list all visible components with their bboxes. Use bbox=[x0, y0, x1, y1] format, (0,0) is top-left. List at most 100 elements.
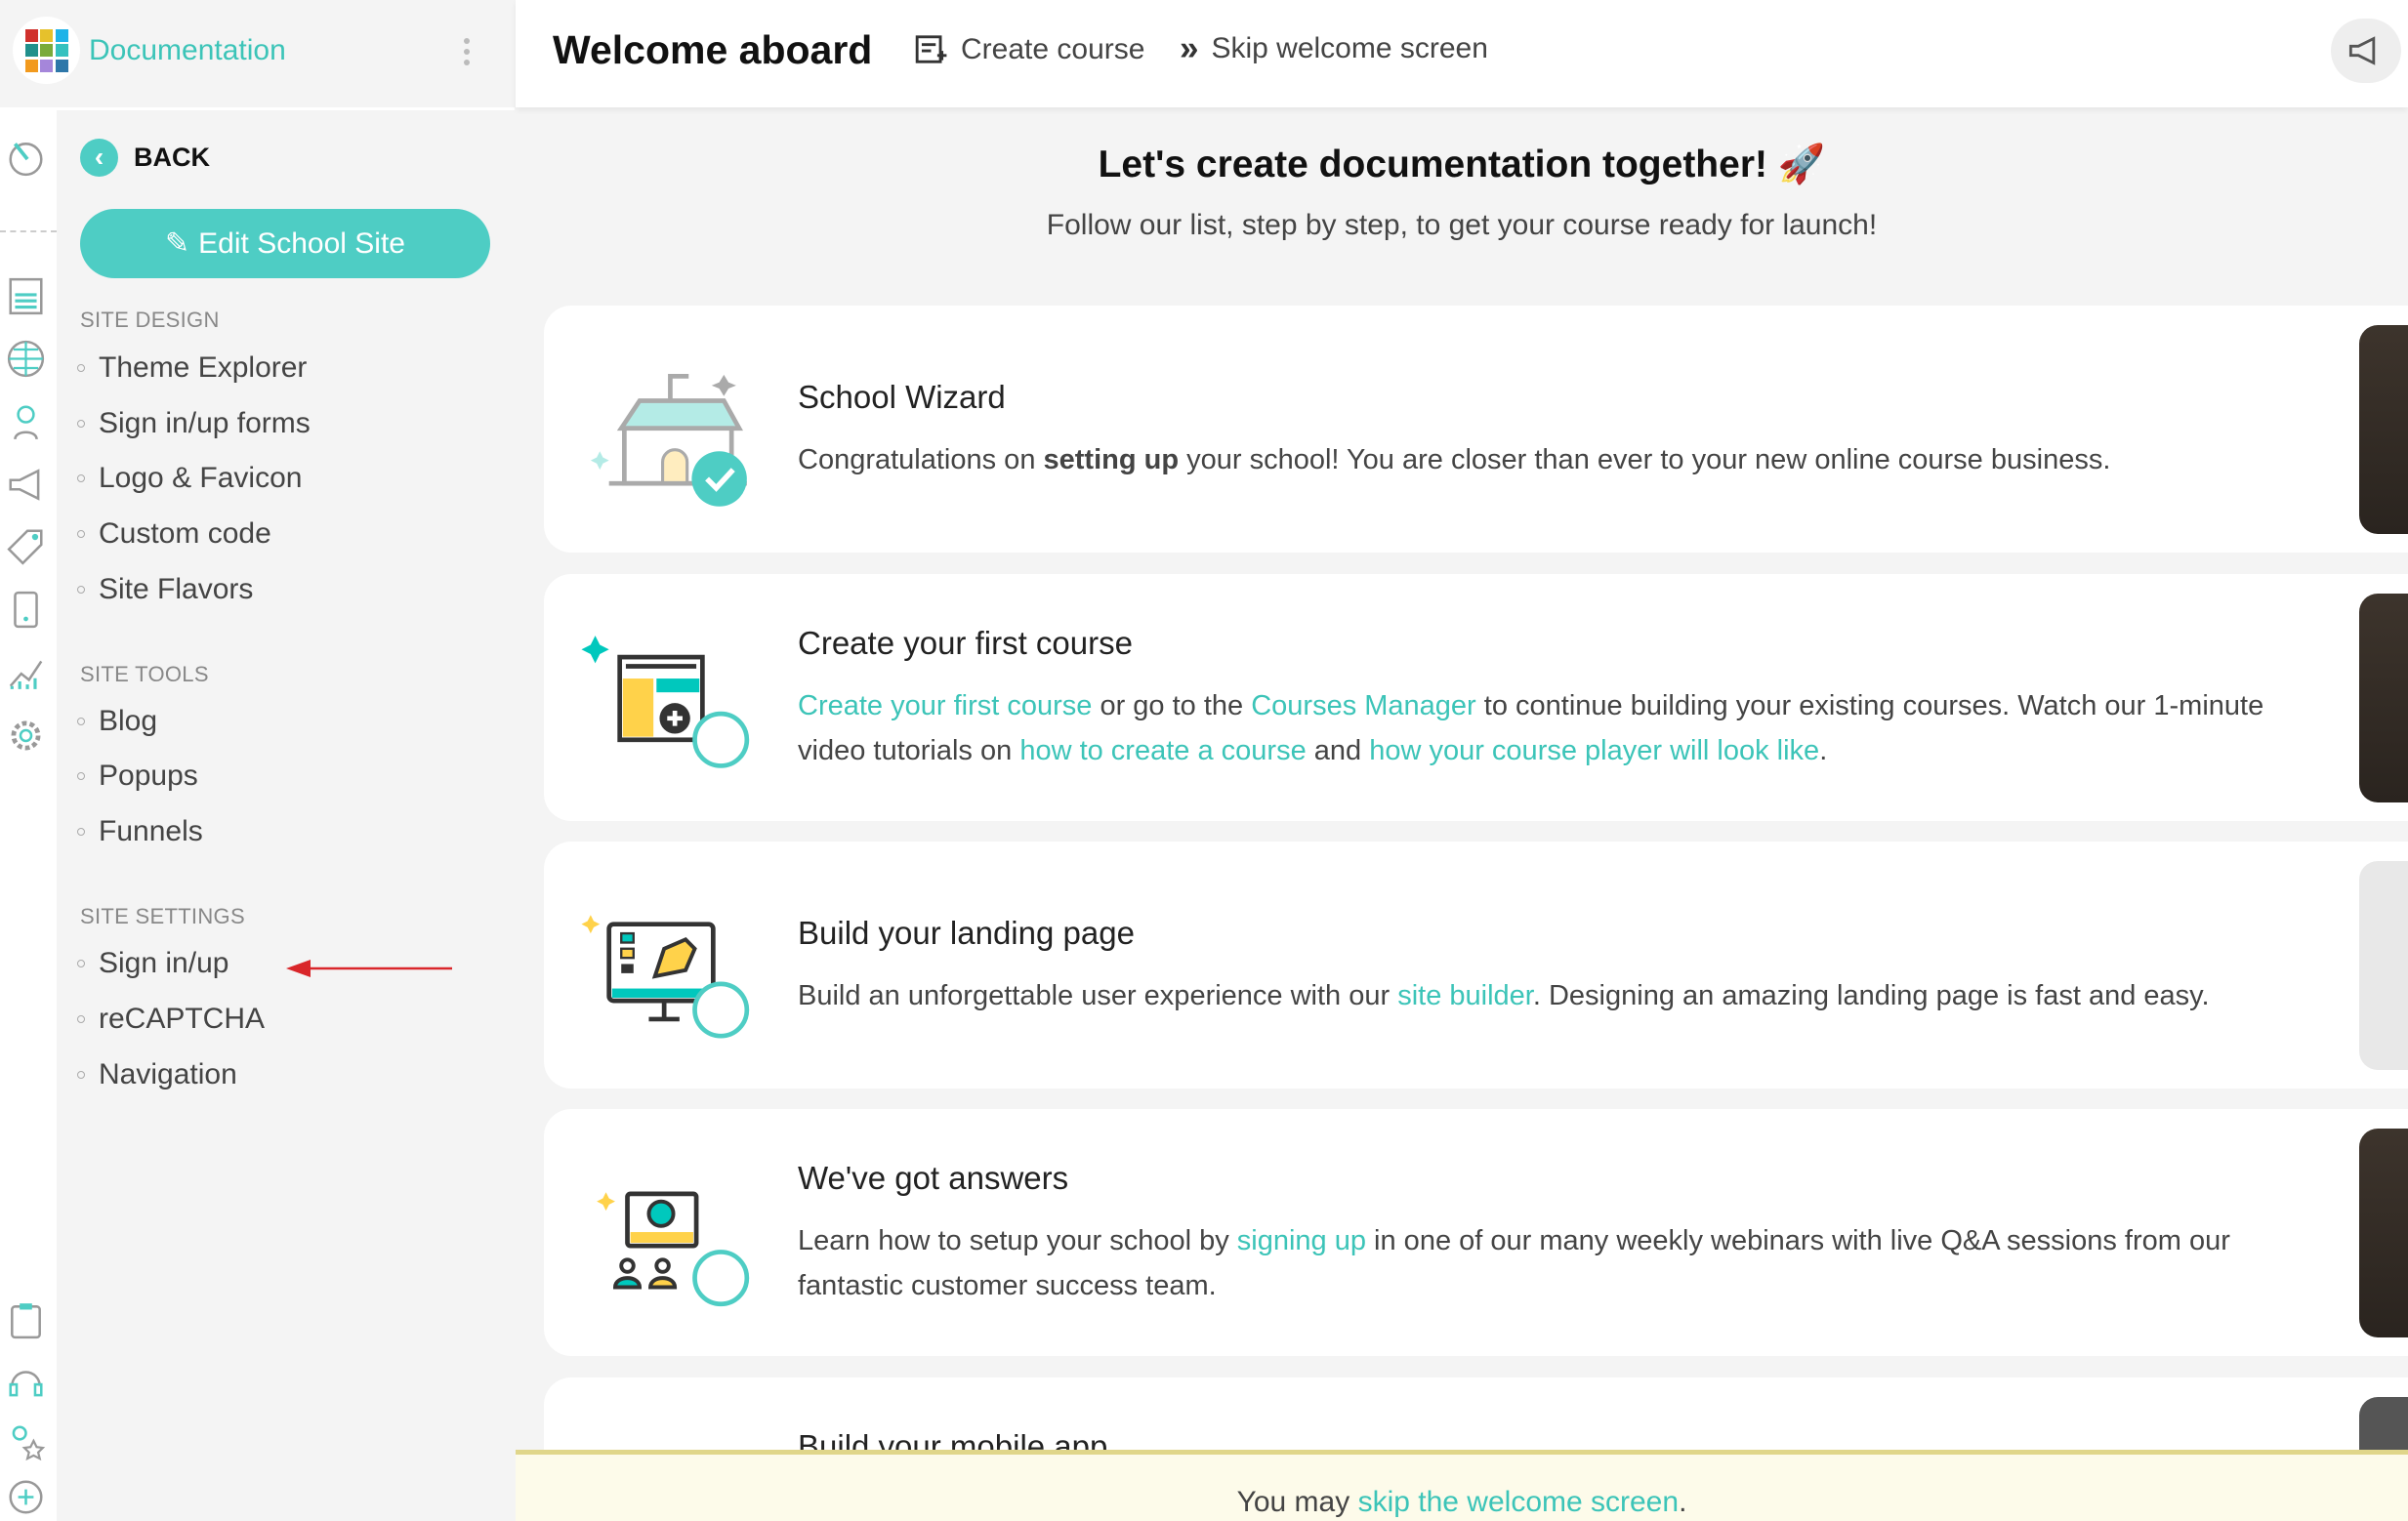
course-illustration-icon bbox=[581, 636, 750, 768]
item-label: Sign in/up bbox=[99, 947, 229, 979]
sidebar-item-site-flavors[interactable]: Site Flavors bbox=[77, 573, 253, 606]
affiliate-star-icon[interactable] bbox=[6, 1422, 46, 1462]
item-label: Theme Explorer bbox=[99, 351, 308, 384]
section-site-design: SITE DESIGN bbox=[80, 308, 220, 332]
bullet-icon bbox=[77, 364, 85, 372]
course-player-link[interactable]: how your course player will look like bbox=[1369, 735, 1819, 766]
bullet-icon bbox=[77, 420, 85, 428]
card-title: Build your landing page bbox=[798, 915, 1135, 951]
bullet-icon bbox=[77, 718, 85, 725]
item-label: Logo & Favicon bbox=[99, 462, 303, 494]
page-title: Welcome aboard bbox=[553, 27, 873, 72]
step-card-landing-page[interactable]: Build your landing page Build an unforge… bbox=[544, 842, 2408, 1089]
pencil-icon: ✎ bbox=[165, 227, 190, 260]
dashboard-gauge-icon[interactable] bbox=[6, 138, 46, 178]
more-options-icon[interactable] bbox=[464, 38, 470, 70]
sidebar-item-custom-code[interactable]: Custom code bbox=[77, 517, 271, 551]
video-thumbnail[interactable] bbox=[2359, 1129, 2408, 1337]
card-description: Create your first course or go to the Co… bbox=[798, 690, 2264, 766]
app-brand[interactable]: Documentation bbox=[89, 34, 286, 67]
megaphone-icon bbox=[2348, 36, 2376, 65]
back-button[interactable]: ‹ BACK bbox=[80, 139, 210, 177]
create-course-button[interactable]: Create course bbox=[914, 32, 1144, 66]
site-builder-link[interactable]: site builder bbox=[1397, 980, 1533, 1011]
item-label: reCAPTCHA bbox=[99, 1003, 266, 1035]
bullet-icon bbox=[77, 828, 85, 836]
sidebar-item-sign-in-up-forms[interactable]: Sign in/up forms bbox=[77, 407, 311, 440]
app-logo[interactable] bbox=[13, 17, 80, 84]
sidebar-item-blog[interactable]: Blog bbox=[77, 705, 157, 738]
mobile-icon[interactable] bbox=[6, 590, 46, 630]
sidebar-item-popups[interactable]: Popups bbox=[77, 760, 198, 793]
announcements-button[interactable] bbox=[2331, 19, 2401, 83]
sidebar-item-funnels[interactable]: Funnels bbox=[77, 815, 203, 848]
create-course-label: Create course bbox=[961, 32, 1145, 65]
card-title: Create your first course bbox=[798, 625, 1133, 661]
video-thumbnail[interactable] bbox=[2359, 594, 2408, 802]
how-to-create-course-link[interactable]: how to create a course bbox=[1019, 735, 1306, 766]
hero-subtitle: Follow our list, step by step, to get yo… bbox=[1046, 209, 1878, 241]
globe-icon[interactable] bbox=[6, 339, 46, 379]
step-card-create-course[interactable]: Create your first course Create your fir… bbox=[544, 574, 2408, 821]
step-card-answers[interactable]: We've got answers Learn how to setup you… bbox=[544, 1109, 2408, 1356]
item-label: Sign in/up forms bbox=[99, 407, 311, 439]
webinar-illustration-icon bbox=[597, 1191, 750, 1307]
school-illustration-icon bbox=[590, 374, 747, 507]
sidebar-item-sign-in-up[interactable]: Sign in/up bbox=[77, 947, 228, 980]
double-chevron-right-icon: » bbox=[1180, 29, 1199, 67]
pages-icon[interactable] bbox=[6, 276, 46, 316]
card-title: We've got answers bbox=[798, 1160, 1069, 1196]
video-thumbnail[interactable] bbox=[2359, 325, 2408, 534]
bullet-icon bbox=[77, 772, 85, 780]
analytics-icon[interactable] bbox=[6, 652, 46, 692]
bullet-icon bbox=[77, 960, 85, 967]
card-description: Learn how to setup your school by signin… bbox=[798, 1225, 2230, 1301]
card-title: School Wizard bbox=[798, 379, 1006, 415]
skip-welcome-link[interactable]: skip the welcome screen bbox=[1358, 1486, 1679, 1518]
users-icon[interactable] bbox=[6, 402, 46, 442]
signing-up-link[interactable]: signing up bbox=[1237, 1225, 1366, 1256]
item-label: Funnels bbox=[99, 815, 203, 847]
megaphone-icon[interactable] bbox=[6, 465, 46, 505]
card-description: Congratulations on setting up your schoo… bbox=[798, 444, 2111, 475]
sidebar-item-navigation[interactable]: Navigation bbox=[77, 1058, 237, 1091]
item-label: Blog bbox=[99, 705, 158, 737]
card-description: Build an unforgettable user experience w… bbox=[798, 980, 2210, 1011]
site-builder-illustration-icon bbox=[581, 915, 750, 1039]
support-headset-icon[interactable] bbox=[6, 1363, 46, 1403]
sidebar-item-recaptcha[interactable]: reCAPTCHA bbox=[77, 1003, 265, 1036]
icon-rail bbox=[0, 110, 57, 1521]
edit-school-site-label: Edit School Site bbox=[198, 226, 405, 260]
bullet-icon bbox=[77, 1015, 85, 1023]
item-label: Custom code bbox=[99, 517, 271, 550]
sidebar-item-logo-favicon[interactable]: Logo & Favicon bbox=[77, 462, 302, 495]
item-label: Navigation bbox=[99, 1058, 237, 1090]
skip-welcome-button[interactable]: » Skip welcome screen bbox=[1180, 29, 1488, 67]
edit-school-site-button[interactable]: ✎ Edit School Site bbox=[80, 209, 490, 278]
tag-icon[interactable] bbox=[6, 526, 46, 566]
bullet-icon bbox=[77, 1071, 85, 1079]
add-circle-icon[interactable] bbox=[6, 1477, 46, 1517]
skip-welcome-label: Skip welcome screen bbox=[1211, 32, 1488, 64]
back-label: BACK bbox=[134, 143, 210, 172]
chevron-left-icon: ‹ bbox=[80, 139, 118, 177]
bullet-icon bbox=[77, 474, 85, 482]
create-first-course-link[interactable]: Create your first course bbox=[798, 690, 1092, 721]
create-course-icon bbox=[915, 35, 947, 63]
rail-divider bbox=[0, 230, 57, 232]
annotation-arrow-icon bbox=[286, 960, 452, 977]
bullet-icon bbox=[77, 586, 85, 594]
skip-banner-text: You may skip the welcome screen. bbox=[1236, 1486, 1687, 1518]
courses-manager-link[interactable]: Courses Manager bbox=[1251, 690, 1476, 721]
hero-title: Let's create documentation together! 🚀 bbox=[1098, 144, 1826, 185]
bullet-icon bbox=[77, 530, 85, 538]
item-label: Site Flavors bbox=[99, 573, 254, 605]
section-site-settings: SITE SETTINGS bbox=[80, 904, 245, 928]
clipboard-icon[interactable] bbox=[6, 1300, 46, 1340]
settings-gear-icon[interactable] bbox=[6, 716, 46, 756]
sidebar-item-theme-explorer[interactable]: Theme Explorer bbox=[77, 351, 307, 385]
item-label: Popups bbox=[99, 760, 198, 792]
step-card-school-wizard[interactable]: School Wizard Congratulations on setting… bbox=[544, 306, 2408, 553]
section-site-tools: SITE TOOLS bbox=[80, 662, 209, 686]
theme-preview-thumbnail[interactable] bbox=[2359, 861, 2408, 1070]
